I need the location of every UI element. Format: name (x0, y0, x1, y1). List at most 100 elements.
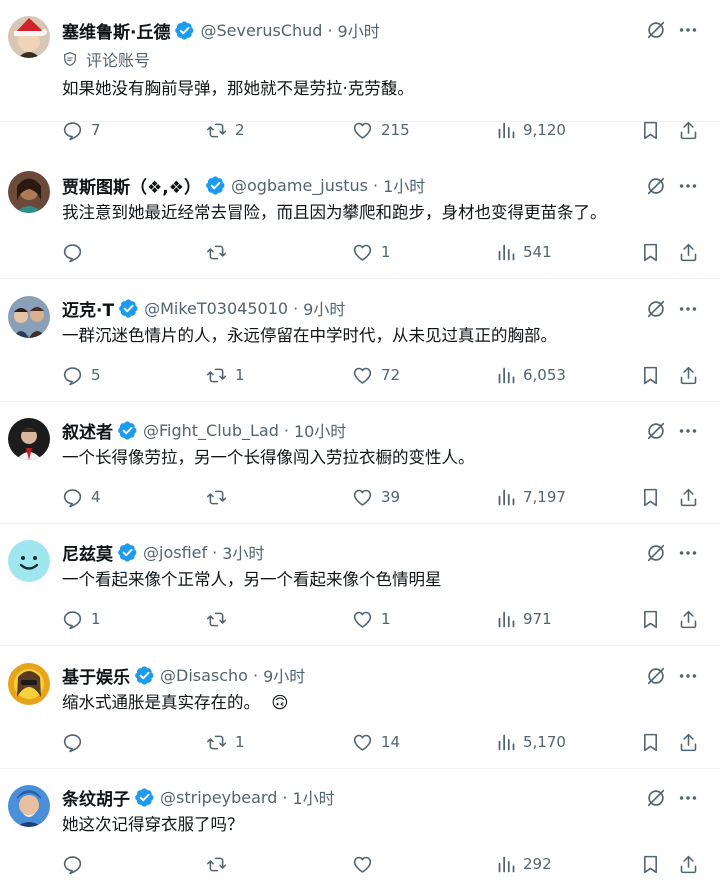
timestamp[interactable]: 9小时 (263, 663, 305, 687)
retweet-button[interactable]: 2 (206, 117, 245, 143)
views-button[interactable]: 7,197 (496, 484, 566, 510)
bookmark-button[interactable] (640, 729, 661, 755)
timestamp[interactable]: 3小时 (222, 540, 264, 564)
timestamp[interactable]: 1小时 (383, 173, 425, 197)
more-options-icon[interactable] (676, 420, 700, 442)
views-button[interactable]: 541 (496, 239, 552, 265)
grok-icon[interactable] (645, 420, 667, 442)
like-button[interactable]: 1 (352, 606, 391, 632)
reply-icon (62, 365, 83, 386)
separator-dot: · (293, 298, 299, 318)
like-button[interactable]: 39 (352, 484, 400, 510)
more-options-icon[interactable] (676, 787, 700, 809)
like-button[interactable]: 1 (352, 239, 391, 265)
share-button[interactable] (678, 729, 699, 755)
views-button[interactable]: 5,170 (496, 729, 566, 755)
reply-item[interactable]: 叙述者 @Fight_Club_Lad · 10小时 一个长得像劳拉，另一个长得… (0, 402, 720, 524)
share-button[interactable] (678, 851, 699, 877)
like-button[interactable]: 72 (352, 362, 400, 388)
grok-icon[interactable] (645, 19, 667, 41)
reply-icon (62, 732, 83, 753)
avatar[interactable] (8, 663, 50, 705)
share-button[interactable] (678, 117, 699, 143)
author-handle[interactable]: @ogbame_justus (231, 176, 368, 195)
avatar[interactable] (8, 16, 50, 58)
bookmark-button[interactable] (640, 606, 661, 632)
author-handle[interactable]: @Fight_Club_Lad (143, 421, 279, 440)
views-button[interactable]: 9,120 (496, 117, 566, 143)
reply-button[interactable]: 5 (62, 362, 101, 388)
timestamp[interactable]: 10小时 (294, 418, 346, 442)
bookmark-button[interactable] (640, 362, 661, 388)
retweet-button[interactable] (206, 606, 235, 632)
like-button[interactable]: 215 (352, 117, 410, 143)
author-handle[interactable]: @MikeT03045010 (144, 299, 288, 318)
reply-button[interactable] (62, 239, 91, 265)
grok-icon[interactable] (645, 665, 667, 687)
reply-item[interactable]: 贾斯图斯（❖,❖） @ogbame_justus · 1小时 我注意到她最近经常… (0, 157, 720, 279)
grok-icon[interactable] (645, 298, 667, 320)
share-button[interactable] (678, 606, 699, 632)
views-button[interactable]: 292 (496, 851, 552, 877)
reply-button[interactable]: 4 (62, 484, 101, 510)
share-button[interactable] (678, 239, 699, 265)
author-name[interactable]: 贾斯图斯（❖,❖） (62, 173, 201, 198)
avatar[interactable] (8, 540, 50, 582)
reply-item[interactable]: 尼兹莫 @josfief · 3小时 一个看起来像个正常人，另一个看起来像个色情… (0, 524, 720, 646)
like-button[interactable] (352, 851, 381, 877)
share-button[interactable] (678, 362, 699, 388)
views-icon (496, 242, 517, 263)
author-handle[interactable]: @josfief (143, 543, 207, 562)
verified-badge-icon (205, 175, 226, 196)
bookmark-button[interactable] (640, 851, 661, 877)
more-options-icon[interactable] (676, 175, 700, 197)
views-button[interactable]: 6,053 (496, 362, 566, 388)
reply-item[interactable]: 条纹胡子 @stripeybeard · 1小时 她这次记得穿衣服了吗？ 292 (0, 769, 720, 888)
retweet-button[interactable]: 1 (206, 729, 245, 755)
author-name[interactable]: 尼兹莫 (62, 540, 113, 565)
author-name[interactable]: 基于娱乐 (62, 663, 130, 688)
bookmark-button[interactable] (640, 117, 661, 143)
author-name[interactable]: 塞维鲁斯·丘德 (62, 18, 170, 43)
retweet-button[interactable] (206, 484, 235, 510)
timestamp[interactable]: 1小时 (292, 785, 334, 809)
retweet-button[interactable] (206, 851, 235, 877)
avatar[interactable] (8, 171, 50, 213)
more-options-icon[interactable] (676, 298, 700, 320)
retweet-icon (206, 609, 227, 630)
reply-button[interactable]: 7 (62, 117, 101, 143)
views-icon (496, 120, 517, 141)
author-handle[interactable]: @Disascho (160, 666, 248, 685)
avatar[interactable] (8, 296, 50, 338)
reply-item[interactable]: 基于娱乐 @Disascho · 9小时 缩水式通胀是真实存在的。 🙃 1 14 (0, 646, 720, 769)
author-name[interactable]: 条纹胡子 (62, 785, 130, 810)
bookmark-button[interactable] (640, 484, 661, 510)
reply-item[interactable]: 迈克·T @MikeT03045010 · 9小时 一群沉迷色情片的人，永远停留… (0, 279, 720, 402)
grok-icon[interactable] (645, 542, 667, 564)
author-handle[interactable]: @stripeybeard (160, 788, 277, 807)
reply-button[interactable] (62, 851, 91, 877)
more-options-icon[interactable] (676, 665, 700, 687)
reply-button[interactable]: 1 (62, 606, 101, 632)
more-options-icon[interactable] (676, 19, 700, 41)
bookmark-button[interactable] (640, 239, 661, 265)
like-button[interactable]: 14 (352, 729, 400, 755)
reply-item[interactable]: 塞维鲁斯·丘德 @SeverusChud · 9小时 评论账号 如果她没有胸前导… (0, 0, 720, 122)
author-name[interactable]: 叙述者 (62, 418, 113, 443)
reply-icon (62, 854, 83, 875)
grok-icon[interactable] (645, 787, 667, 809)
retweet-button[interactable] (206, 239, 235, 265)
views-button[interactable]: 971 (496, 606, 552, 632)
reply-button[interactable] (62, 729, 91, 755)
avatar[interactable] (8, 785, 50, 827)
share-button[interactable] (678, 484, 699, 510)
avatar[interactable] (8, 418, 50, 460)
retweet-button[interactable]: 1 (206, 362, 245, 388)
author-name[interactable]: 迈克·T (62, 296, 114, 321)
grok-icon[interactable] (645, 175, 667, 197)
more-options-icon[interactable] (676, 542, 700, 564)
timestamp[interactable]: 9小时 (303, 296, 345, 320)
timestamp[interactable]: 9小时 (338, 18, 380, 42)
author-handle[interactable]: @SeverusChud (200, 21, 322, 40)
retweet-count: 1 (235, 733, 245, 751)
